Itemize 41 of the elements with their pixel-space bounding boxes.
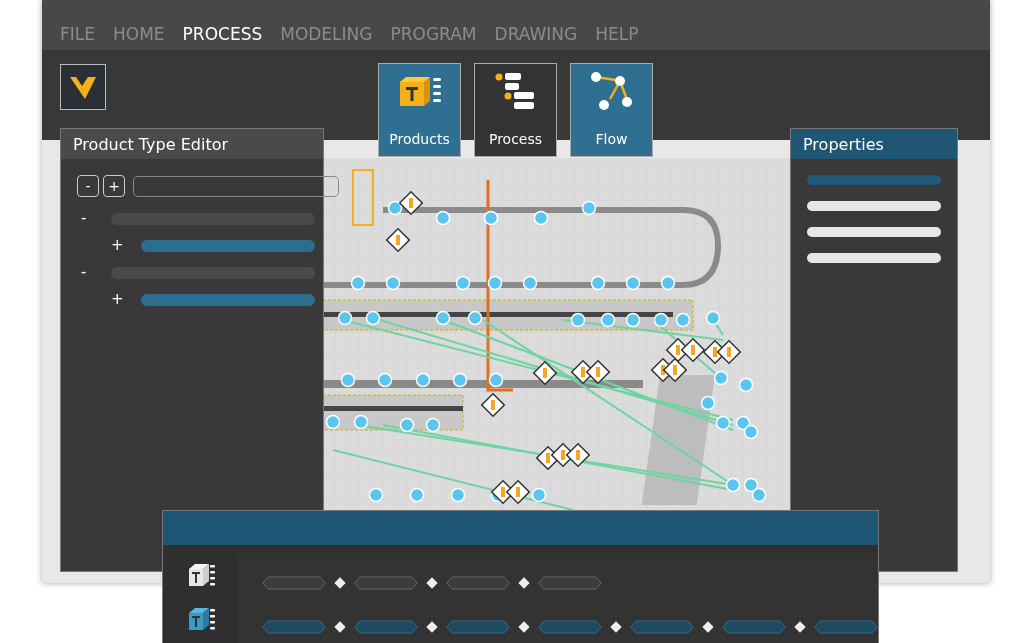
property-row[interactable] <box>807 227 941 237</box>
step-connector-icon <box>334 577 346 589</box>
flow-diagram-icon <box>589 72 634 112</box>
tree-item[interactable] <box>141 293 315 306</box>
step-connector-icon <box>426 621 438 633</box>
property-row[interactable] <box>807 175 941 185</box>
search-field[interactable] <box>133 175 339 197</box>
tree-item[interactable] <box>141 239 315 252</box>
property-row[interactable] <box>807 201 941 211</box>
process-step[interactable] <box>538 620 602 634</box>
ribbon-button[interactable]: Flow <box>570 63 653 157</box>
expand-button[interactable]: + <box>103 175 125 197</box>
step-connector-icon <box>518 621 530 633</box>
collapse-button[interactable]: - <box>77 175 99 197</box>
process-step[interactable] <box>262 620 326 634</box>
logo-icon <box>60 64 106 110</box>
ribbon-button[interactable]: Products <box>378 63 461 157</box>
process-step[interactable] <box>722 620 786 634</box>
tree-toggle[interactable]: - <box>81 211 95 226</box>
menu-item[interactable]: PROCESS <box>182 18 263 50</box>
process-step[interactable] <box>354 576 418 590</box>
step-connector-icon <box>702 621 714 633</box>
tree-toggle[interactable]: + <box>111 292 125 307</box>
tree-toggle[interactable]: - <box>81 265 95 280</box>
step-connector-icon <box>794 621 806 633</box>
step-connector-icon <box>426 577 438 589</box>
tree-toggle[interactable]: + <box>111 238 125 253</box>
process-step[interactable] <box>446 576 510 590</box>
process-step[interactable] <box>262 576 326 590</box>
property-row[interactable] <box>807 253 941 263</box>
step-connector-icon <box>518 577 530 589</box>
panel-title: Product Type Editor <box>61 129 323 159</box>
ribbon-button[interactable]: Process <box>474 63 557 157</box>
process-step[interactable] <box>538 576 602 590</box>
process-step[interactable] <box>354 620 418 634</box>
step-connector-icon <box>610 621 622 633</box>
process-step[interactable] <box>446 620 510 634</box>
panel-title: Properties <box>791 129 957 159</box>
process-step[interactable] <box>814 620 878 634</box>
process-step[interactable] <box>630 620 694 634</box>
step-connector-icon <box>334 621 346 633</box>
